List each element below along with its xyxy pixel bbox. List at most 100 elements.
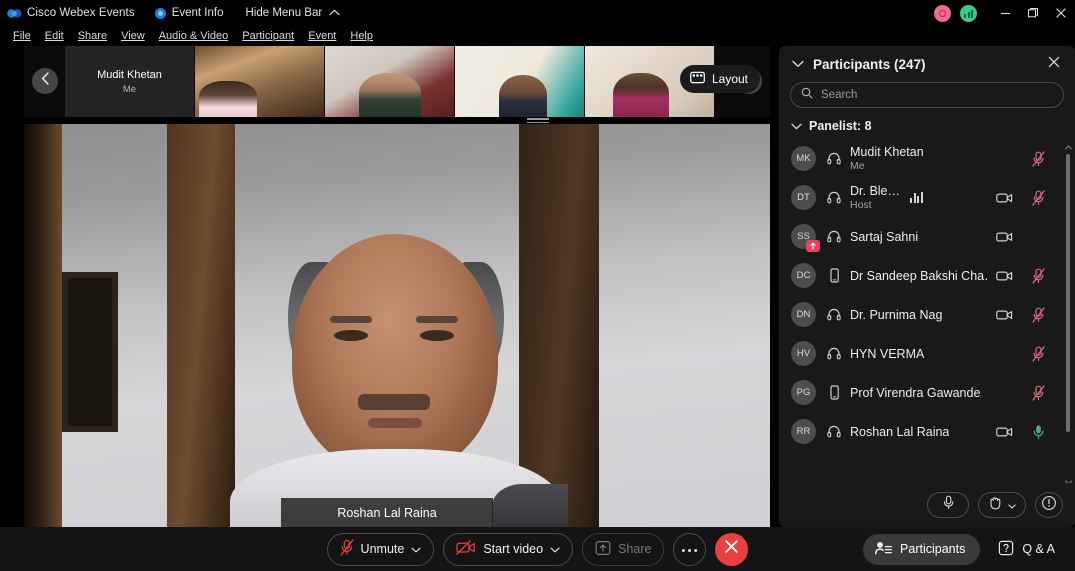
- event-info-button[interactable]: Event Info: [154, 7, 224, 19]
- participants-scrollbar[interactable]: [1064, 143, 1072, 487]
- participants-toggle-button[interactable]: Participants: [863, 533, 981, 565]
- raise-hand-badge-icon: [806, 240, 820, 252]
- filmstrip-prev-button[interactable]: [32, 68, 58, 94]
- menu-participant-label: Participant: [242, 30, 295, 42]
- search-icon: [801, 86, 813, 104]
- menu-edit[interactable]: Edit: [38, 30, 71, 42]
- webex-events-window: Cisco Webex Events Event Info Hide Menu …: [0, 0, 1075, 571]
- unmute-button[interactable]: Unmute: [326, 532, 435, 566]
- list-item[interactable]: MK Mudit Khetan Me: [779, 139, 1075, 178]
- mic-muted-icon[interactable]: [1021, 306, 1055, 323]
- mic-muted-icon[interactable]: [1021, 384, 1055, 401]
- participant-role: Host: [850, 199, 872, 211]
- scroll-up-button[interactable]: [1064, 143, 1072, 152]
- more-options-icon: [681, 542, 698, 556]
- hide-menu-bar-button[interactable]: Hide Menu Bar: [245, 7, 340, 19]
- participant-name: Prof Virendra Gawande: [850, 385, 981, 400]
- layout-button-label: Layout: [711, 72, 748, 86]
- start-video-button[interactable]: Start video: [443, 532, 574, 566]
- menu-share[interactable]: Share: [71, 30, 114, 42]
- participant-name: Dr. Ble…: [850, 184, 901, 198]
- recording-indicator-icon[interactable]: [934, 4, 951, 22]
- layout-grid-icon: [690, 71, 705, 87]
- participants-panel-close-button[interactable]: [1043, 53, 1065, 75]
- share-button: Share: [582, 532, 665, 566]
- avatar-initials: DT: [797, 192, 810, 203]
- mic-muted-icon[interactable]: [1021, 345, 1055, 362]
- list-item[interactable]: DC Dr Sandeep Bakshi Cha…: [779, 256, 1075, 295]
- panelist-group-header[interactable]: Panelist: 8: [779, 108, 1075, 139]
- menu-bar: File Edit Share View Audio & Video Parti…: [0, 26, 1075, 46]
- video-camera-icon[interactable]: [987, 231, 1021, 243]
- mic-muted-icon[interactable]: [1021, 267, 1055, 284]
- list-item[interactable]: SS Sartaj Sahni: [779, 217, 1075, 256]
- qa-button[interactable]: Q & A: [994, 540, 1059, 559]
- participant-status-icons: [987, 384, 1055, 401]
- thumbnail-video-1[interactable]: [195, 46, 324, 117]
- participant-name-block: Dr. Purnima Nag: [850, 308, 942, 322]
- menu-audio-video[interactable]: Audio & Video: [152, 30, 236, 42]
- panel-info-button[interactable]: [1035, 492, 1063, 518]
- chevron-left-icon: [41, 72, 50, 90]
- chevron-down-icon[interactable]: [411, 542, 421, 556]
- video-camera-icon[interactable]: [987, 309, 1021, 321]
- chevron-down-icon: [791, 119, 802, 133]
- search-input[interactable]: [821, 89, 1053, 101]
- webex-logo-icon: [6, 5, 22, 21]
- share-screen-icon: [595, 540, 611, 559]
- video-camera-icon[interactable]: [987, 192, 1021, 204]
- thumbnail-self-name: Mudit Khetan: [97, 68, 162, 81]
- video-off-icon: [456, 540, 476, 558]
- chevron-down-icon: [792, 55, 804, 73]
- avatar: DN: [791, 302, 816, 327]
- menu-event[interactable]: Event: [301, 30, 343, 42]
- network-signal-icon[interactable]: [960, 4, 977, 22]
- participants-collapse-button[interactable]: [789, 55, 807, 73]
- participant-status-icons: [987, 189, 1055, 206]
- list-item[interactable]: RR Roshan Lal Raina: [779, 412, 1075, 451]
- mute-all-button[interactable]: [927, 492, 969, 518]
- event-info-label: Event Info: [171, 7, 224, 19]
- unmute-button-label: Unmute: [360, 542, 405, 556]
- bottom-toolbar: Unmute Start video Share Participants Q …: [0, 527, 1075, 571]
- chevron-down-icon[interactable]: [550, 542, 560, 556]
- minimize-button[interactable]: [991, 0, 1019, 26]
- avatar: HV: [791, 341, 816, 366]
- menu-view[interactable]: View: [114, 30, 152, 42]
- menu-participant[interactable]: Participant: [235, 30, 301, 42]
- thumbnail-video-2[interactable]: [325, 46, 454, 117]
- list-item[interactable]: HV HYN VERMA: [779, 334, 1075, 373]
- event-info-dot-icon: [154, 7, 166, 19]
- thumbnail-video-3[interactable]: [455, 46, 584, 117]
- video-camera-icon[interactable]: [987, 270, 1021, 282]
- video-camera-icon[interactable]: [987, 426, 1021, 438]
- layout-button[interactable]: Layout: [679, 65, 760, 93]
- maximize-button[interactable]: [1019, 0, 1047, 26]
- list-item[interactable]: DT Dr. Ble… Host: [779, 178, 1075, 217]
- thumbnail-self[interactable]: Mudit Khetan Me: [65, 46, 194, 117]
- menu-event-label: Event: [308, 30, 337, 42]
- bottom-toolbar-right: Participants Q & A: [863, 533, 1059, 565]
- end-call-button[interactable]: [715, 532, 749, 566]
- mic-muted-icon[interactable]: [1021, 150, 1055, 167]
- list-item[interactable]: DN Dr. Purnima Nag: [779, 295, 1075, 334]
- scrollbar-track[interactable]: [1066, 154, 1070, 476]
- participant-name: Roshan Lal Raina: [850, 424, 950, 439]
- menu-audio-video-label: Audio & Video: [158, 30, 229, 42]
- avatar: RR: [791, 419, 816, 444]
- speaking-audio-bars-icon: [910, 192, 923, 203]
- mic-active-icon[interactable]: [1021, 424, 1055, 440]
- mic-muted-icon[interactable]: [1021, 189, 1055, 206]
- mic-muted-icon: [339, 539, 354, 559]
- search-box[interactable]: [790, 82, 1064, 108]
- menu-help[interactable]: Help: [343, 30, 380, 42]
- close-button[interactable]: [1047, 0, 1075, 26]
- scrollbar-thumb[interactable]: [1066, 154, 1070, 432]
- list-item[interactable]: PG Prof Virendra Gawande: [779, 373, 1075, 412]
- avatar-initials: DN: [796, 309, 811, 320]
- more-options-button[interactable]: [673, 532, 707, 566]
- active-speaker-video[interactable]: Roshan Lal Raina: [24, 124, 770, 527]
- raise-hand-button[interactable]: [978, 492, 1026, 518]
- participant-name-block: Mudit Khetan Me: [850, 145, 924, 172]
- menu-file[interactable]: File: [6, 30, 38, 42]
